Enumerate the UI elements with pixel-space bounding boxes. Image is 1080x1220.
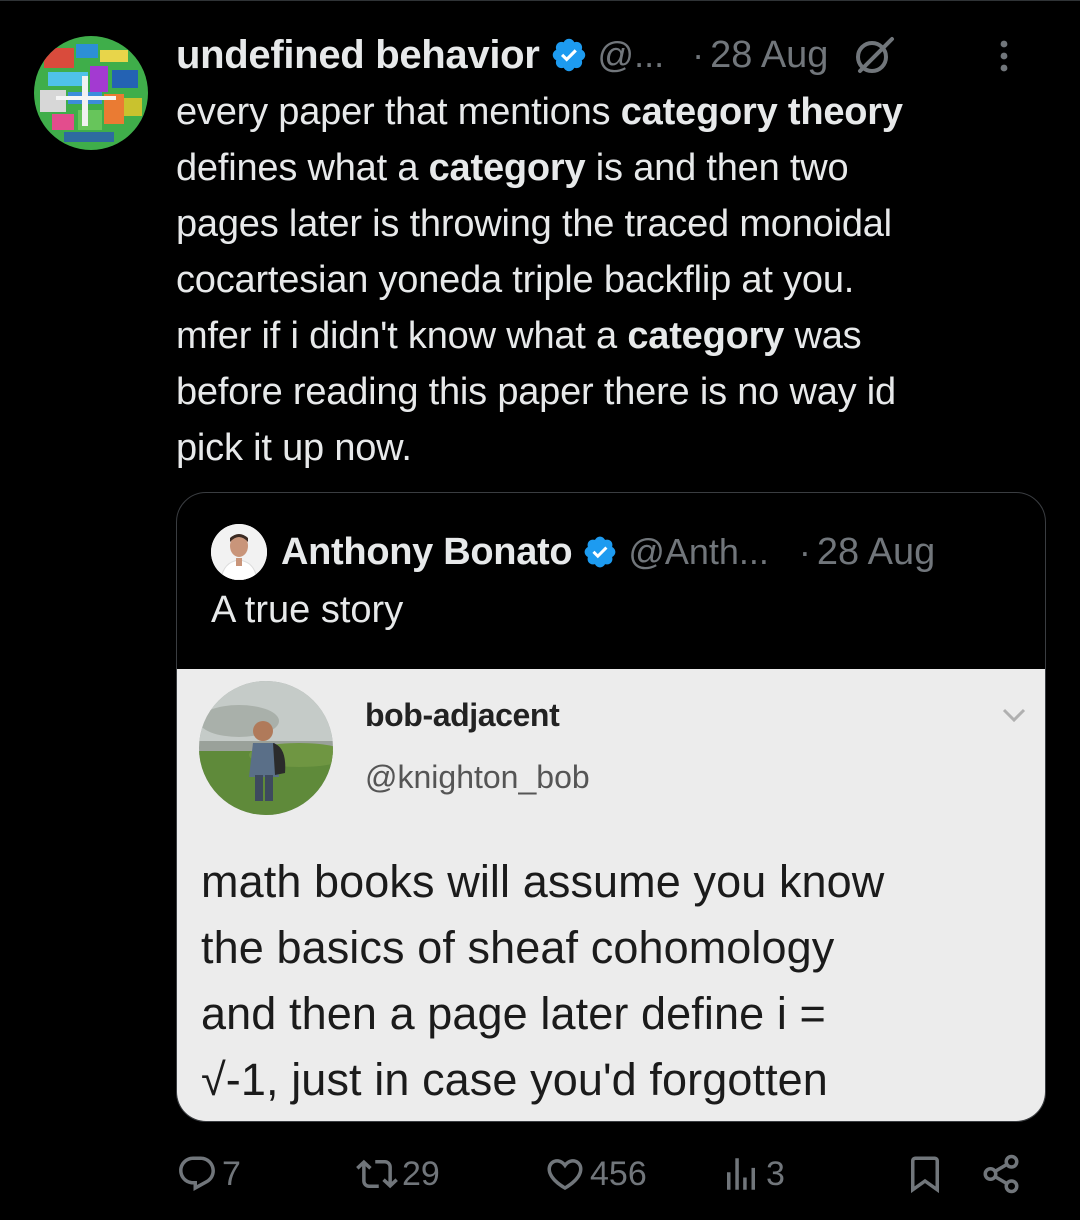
reply-count: 7 [222,1154,241,1193]
views-icon [727,1158,755,1190]
tweet-text-run: every paper that mentions [176,91,621,133]
tweet-text-line: mfer if i didn't know what a category wa… [176,308,1046,364]
top-divider [0,0,1080,1]
screenshot-text-line: math books will assume you know [201,856,885,907]
more-icon[interactable] [994,36,1014,76]
separator-dot: · [692,34,705,75]
tweet-text-bold: category theory [620,91,903,133]
retweet-count: 29 [402,1154,440,1193]
action-bar: 7 29 456 3 [176,1146,1056,1202]
tweet-text-line: pick it up now. [176,420,1046,476]
tweet-text-bold: category [428,147,586,189]
share-icon [983,1154,1019,1194]
tweet-text-line: pages later is throwing the traced monoi… [176,196,1046,252]
tweet-text-run: was [784,315,862,357]
tweet-text-run: pages later is throwing the traced monoi… [176,203,892,245]
verified-badge-icon [552,38,585,72]
retweet-icon [356,1159,398,1189]
tweet-header: undefined behavior @... · 28 Aug [176,30,1056,80]
bookmark-icon [911,1156,939,1194]
like-button[interactable]: 456 [544,1146,647,1202]
quoted-author-name: Anthony Bonato [281,530,573,573]
author-handle[interactable]: @... [598,34,665,76]
quoted-verified-badge-icon [584,536,616,568]
tweet-text-run: mfer if i didn't know what a [176,315,628,357]
tweet-date[interactable]: 28 Aug [710,34,828,77]
author-avatar[interactable] [34,36,148,150]
share-button[interactable] [980,1146,1022,1202]
reply-button[interactable]: 7 [176,1146,241,1202]
tweet-text-line: every paper that mentions category theor… [176,84,1046,140]
tweet-text-run: cocartesian yoneda triple backflip at yo… [176,259,855,301]
screenshot-text-line: √-1, just in case you'd forgotten [201,1054,828,1105]
retweet-button[interactable]: 29 [356,1146,440,1202]
tweet-text-line: cocartesian yoneda triple backflip at yo… [176,252,1046,308]
quoted-author-handle: @Anth... [628,531,769,572]
tweet-text: every paper that mentions category theor… [176,84,1046,476]
chevron-down-icon [1002,708,1026,723]
author-name[interactable]: undefined behavior [176,33,540,78]
grok-icon[interactable] [850,31,898,79]
reply-icon [179,1156,215,1191]
screenshot-display-name: bob-adjacent [365,697,560,733]
quoted-tweet-date: 28 Aug [816,530,936,573]
tweet-text-run: defines what a [176,147,429,189]
tweet-text-run: before reading this paper there is no wa… [176,371,896,413]
screenshot-text-line: the basics of sheaf cohomology [201,922,835,973]
quoted-separator-dot: · [798,531,811,572]
quoted-tweet-text: A true story [211,589,404,631]
screenshot-text: math books will assume you know the basic… [201,849,1041,1113]
screenshot-handle: @knighton_bob [365,759,590,795]
screenshot-text-line: and then a page later define i = [201,988,826,1039]
like-icon [547,1159,583,1191]
views-count: 3 [766,1154,785,1193]
views-button[interactable]: 3 [720,1146,785,1202]
tweet-text-bold: category [627,315,785,357]
quoted-tweet-image[interactable]: bob-adjacent @knighton_bob math books wi… [177,669,1045,1121]
like-count: 456 [590,1154,647,1193]
quoted-author-avatar [211,524,267,580]
tweet-text-run: is and then two [585,147,849,189]
tweet-text-run: pick it up now. [176,427,412,469]
quoted-tweet-header: Anthony Bonato @Anth... · 28 Aug [211,523,935,581]
tweet-text-line: defines what a category is and then two [176,140,1046,196]
tweet-text-line: before reading this paper there is no wa… [176,364,1046,420]
quoted-tweet[interactable]: Anthony Bonato @Anth... · 28 Aug A true … [176,492,1046,1122]
screenshot-avatar [199,681,333,815]
bookmark-button[interactable] [904,1146,946,1202]
